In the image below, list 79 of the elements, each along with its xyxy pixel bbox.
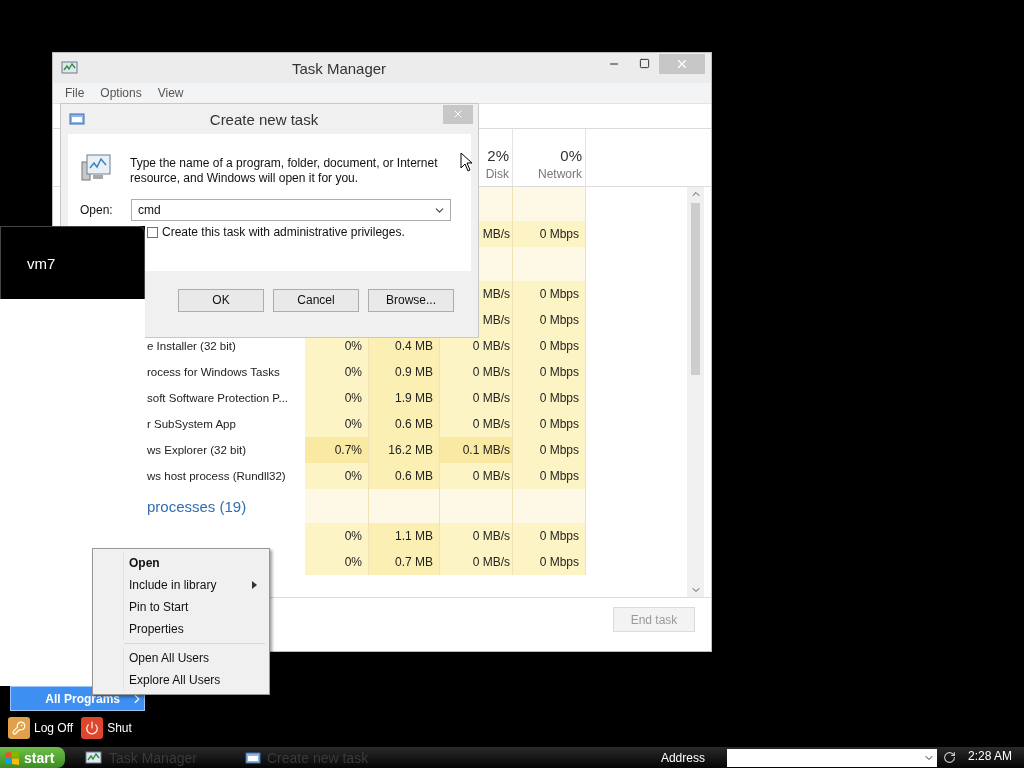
table-cell: 0 MB/s [440,549,513,575]
menu-item[interactable]: View [151,86,192,100]
table-cell: 0 MB/s [440,411,513,437]
checkbox[interactable] [147,226,158,238]
table-cell: 0 Mbps [513,385,586,411]
table-cell: 0 Mbps [513,333,586,359]
close-icon [452,108,464,120]
dialog-title: Create new task [208,110,320,128]
power-icon [81,717,104,739]
table-cell: 0 Mbps [513,359,586,385]
dialog-message: Type the name of a program, folder, document, or Internet resource, and Windows will open it for you. [130,156,439,186]
table-cell: 0 MB/s [440,463,513,489]
task-manager-icon [61,60,79,76]
table-cell: 1.9 MB [369,385,440,411]
table-cell: 0 MB/s [440,385,513,411]
table-cell: 0% [305,359,369,385]
open-combo-field[interactable]: cmd [131,199,451,221]
column-label: Network [538,167,582,181]
key-icon [8,717,30,739]
user-name: vm7 [27,254,56,272]
dialog-button[interactable]: OK [178,288,264,312]
table-cell: 0 Mbps [513,411,586,437]
table-cell: 0 Mbps [513,463,586,489]
table-cell: 0% [305,385,369,411]
checkbox-label: Create this task with administrative privileges. [162,225,405,239]
task-manager-icon [85,749,103,766]
dialog-button[interactable]: Cancel [273,288,359,312]
process-name: soft Software Protection P... [147,392,289,404]
window-icon [245,751,261,764]
process-name: ws host process (Rundll32) [147,470,286,482]
table-cell: 0.7 MB [369,549,440,575]
shut-down-button[interactable]: Shut [81,717,132,739]
table-cell [305,489,369,523]
table-cell: 16.2 MB [369,437,440,463]
group-heading: processes (19) [147,497,247,515]
table-cell: 0 Mbps [513,307,586,333]
table-cell: 0 MB/s [440,359,513,385]
table-cell: 0 Mbps [513,523,586,549]
table-cell: 0% [305,549,369,575]
table-cell: 0% [305,463,369,489]
address-field[interactable] [726,748,937,767]
table-cell: 0% [305,411,369,437]
table-cell: 0.7% [305,437,369,463]
process-name: ws Explorer (32 bit) [147,444,247,456]
menu-item[interactable]: File [59,86,93,100]
process-name: e Installer (32 bit) [147,340,236,352]
table-cell: 0 MB/s [440,523,513,549]
process-name: rocess for Windows Tasks [147,366,280,378]
close-button[interactable] [443,104,473,124]
table-cell: 0% [305,523,369,549]
process-name: r SubSystem App [147,418,236,430]
clock: 2:28 AM [967,748,1012,763]
column-percent: 2% [487,147,509,164]
table-cell: 0 Mbps [513,549,586,575]
refresh-icon[interactable] [942,751,956,764]
column-label: Disk [485,167,509,181]
column-percent: 0% [560,147,582,164]
window-title: Task Manager [290,59,388,77]
dialog-button[interactable]: Browse... [368,288,454,312]
scroll-thumb[interactable] [691,203,700,375]
open-label: Open: [80,203,114,217]
table-cell: 1.1 MB [369,523,440,549]
table-cell: 0.9 MB [369,359,440,385]
column-header[interactable]: 0% Network [513,129,586,186]
maximize-icon [638,58,650,69]
table-cell [369,489,440,523]
table-cell: 0.6 MB [369,463,440,489]
table-cell: 0.1 MB/s [440,437,513,463]
address-label: Address [660,750,705,765]
windows-flag-icon [4,749,20,766]
computer-chart-icon [80,152,112,184]
table-cell: 0 Mbps [513,221,586,247]
table-cell: 0.6 MB [369,411,440,437]
scrollbar[interactable] [687,187,704,597]
log-off-button[interactable]: Log Off [8,717,74,739]
window-icon [69,113,85,125]
table-cell: 0 Mbps [513,437,586,463]
menu-item[interactable]: Options [94,86,150,100]
table-cell: 0 Mbps [513,281,586,307]
